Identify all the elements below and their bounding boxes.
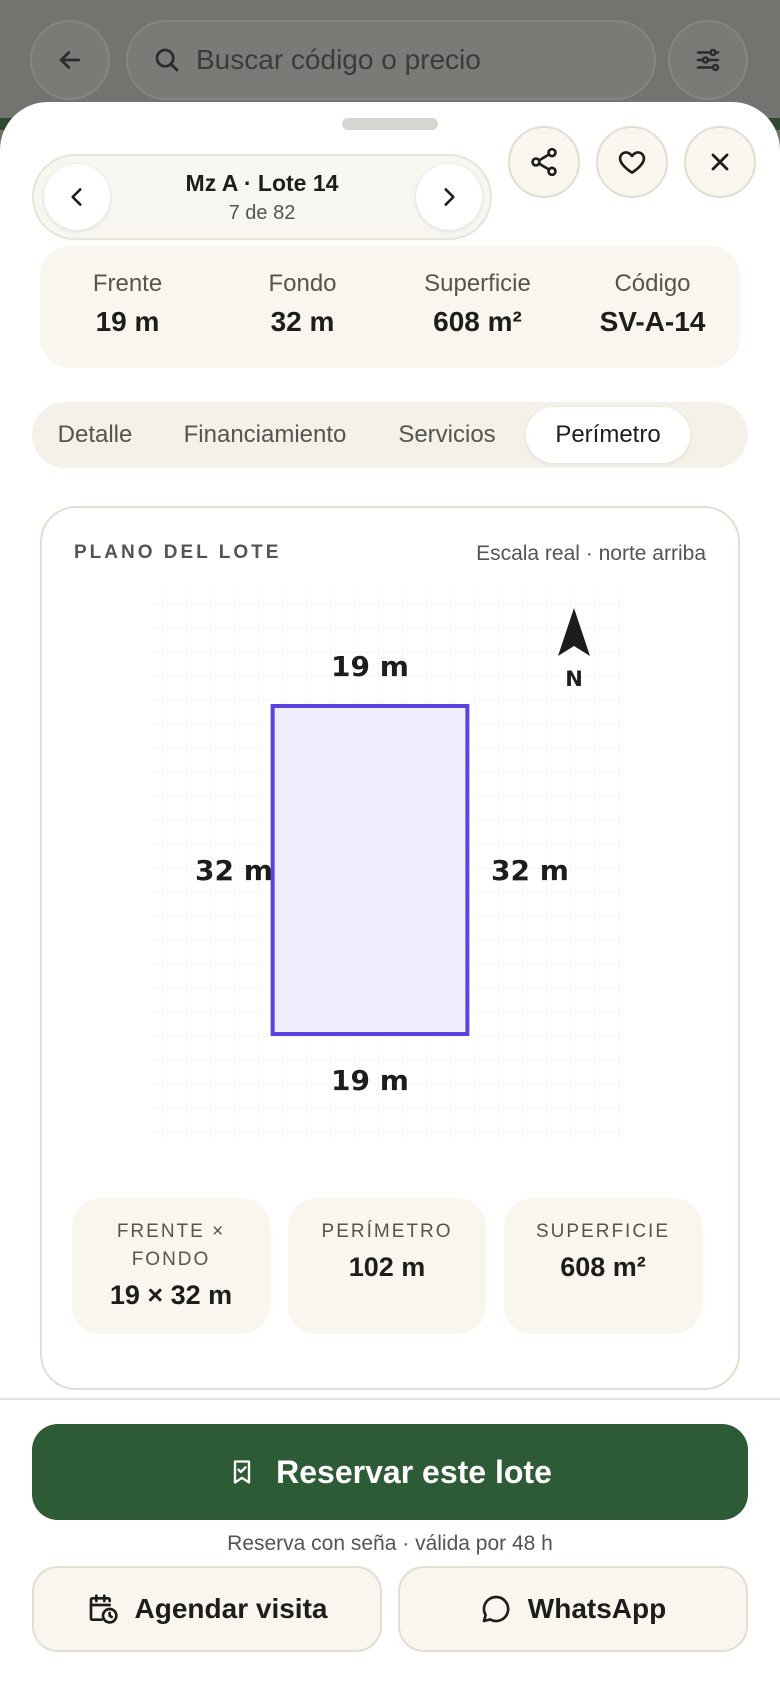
summary-value: 19 × 32 m bbox=[109, 1280, 233, 1310]
summary-frente-fondo: FRENTE × FONDO 19 × 32 m bbox=[72, 1198, 270, 1334]
close-icon bbox=[711, 153, 729, 171]
stat-fondo: Fondo 32 m bbox=[215, 246, 390, 368]
tab-servicios[interactable]: Servicios bbox=[382, 407, 512, 463]
schedule-visit-label: Agendar visita bbox=[134, 1593, 328, 1624]
share-button[interactable] bbox=[508, 126, 580, 198]
chevron-right-icon bbox=[444, 188, 455, 206]
stat-frente: Frente 19 m bbox=[40, 246, 215, 368]
lot-plan-drawing: 19 m 19 m 32 m 32 m N bbox=[152, 586, 622, 1138]
search-icon bbox=[155, 48, 179, 72]
lot-shape bbox=[270, 704, 470, 1036]
summary-value: 102 m bbox=[348, 1252, 426, 1282]
reserve-note: Reserva con seña · válida por 48 h bbox=[227, 1532, 553, 1555]
filters-button[interactable] bbox=[668, 20, 748, 100]
dimension-right: 32 m bbox=[491, 854, 569, 887]
calendar-clock-icon bbox=[89, 1594, 118, 1624]
stat-label: Frente bbox=[92, 270, 163, 297]
stat-label: Código bbox=[614, 270, 691, 297]
search-placeholder: Buscar código o precio bbox=[196, 44, 481, 75]
sliders-icon bbox=[696, 48, 720, 72]
stat-label: Fondo bbox=[268, 270, 337, 297]
lot-navigator: Mz A · Lote 14 7 de 82 bbox=[32, 154, 492, 240]
close-button[interactable] bbox=[684, 126, 756, 198]
summary-label: SUPERFICIE bbox=[535, 1221, 671, 1242]
dimension-bottom: 19 m bbox=[331, 1064, 409, 1097]
dimension-top: 19 m bbox=[331, 650, 409, 683]
schedule-visit-button[interactable]: Agendar visita bbox=[32, 1566, 382, 1652]
summary-label: FRENTE × bbox=[116, 1221, 226, 1242]
stat-value: 32 m bbox=[270, 306, 335, 337]
reserve-label: Reservar este lote bbox=[276, 1453, 552, 1490]
chat-bubble-icon bbox=[482, 1595, 510, 1623]
dimension-left: 32 m bbox=[195, 854, 273, 887]
summary-label: PERÍMETRO bbox=[321, 1221, 453, 1242]
footer-divider bbox=[0, 1398, 780, 1400]
favorite-button[interactable] bbox=[596, 126, 668, 198]
tab-detalle[interactable]: Detalle bbox=[40, 407, 150, 463]
detail-tabs: Detalle Financiamiento Servicios Perímet… bbox=[32, 402, 748, 468]
lot-plan-card: PLANO DEL LOTE Escala real · norte arrib… bbox=[40, 506, 740, 1390]
stat-value: 19 m bbox=[95, 306, 160, 337]
bookmark-icon bbox=[233, 1460, 251, 1484]
stat-codigo: Código SV-A-14 bbox=[565, 246, 740, 368]
stat-value: 608 m² bbox=[433, 306, 522, 337]
stat-superficie: Superficie 608 m² bbox=[390, 246, 565, 368]
arrow-left-icon bbox=[59, 51, 81, 69]
tab-financiamiento[interactable]: Financiamiento bbox=[160, 407, 370, 463]
summary-superficie: SUPERFICIE 608 m² bbox=[504, 1198, 702, 1334]
summary-value: 608 m² bbox=[560, 1252, 646, 1282]
whatsapp-label: WhatsApp bbox=[527, 1593, 667, 1624]
search-input[interactable]: Buscar código o precio bbox=[126, 20, 656, 100]
summary-perimetro: PERÍMETRO 102 m bbox=[288, 1198, 486, 1334]
share-icon bbox=[531, 147, 557, 177]
lot-stats: Frente 19 m Fondo 32 m Superficie 608 m²… bbox=[40, 246, 740, 368]
next-lot-button[interactable] bbox=[416, 164, 482, 230]
stat-label: Superficie bbox=[424, 270, 531, 297]
lot-detail-sheet: Mz A · Lote 14 7 de 82 Frente 19 m Fondo… bbox=[0, 102, 780, 1688]
summary-label-line2: FONDO bbox=[131, 1249, 211, 1270]
tab-perimetro[interactable]: Perímetro bbox=[526, 407, 690, 463]
north-label: N bbox=[565, 667, 583, 691]
reserve-button[interactable]: Reservar este lote bbox=[32, 1424, 748, 1520]
whatsapp-button[interactable]: WhatsApp bbox=[398, 1566, 748, 1652]
sheet-grabber[interactable] bbox=[342, 118, 438, 130]
heart-icon bbox=[618, 151, 646, 174]
stat-value: SV-A-14 bbox=[599, 306, 706, 337]
back-button[interactable] bbox=[30, 20, 110, 100]
